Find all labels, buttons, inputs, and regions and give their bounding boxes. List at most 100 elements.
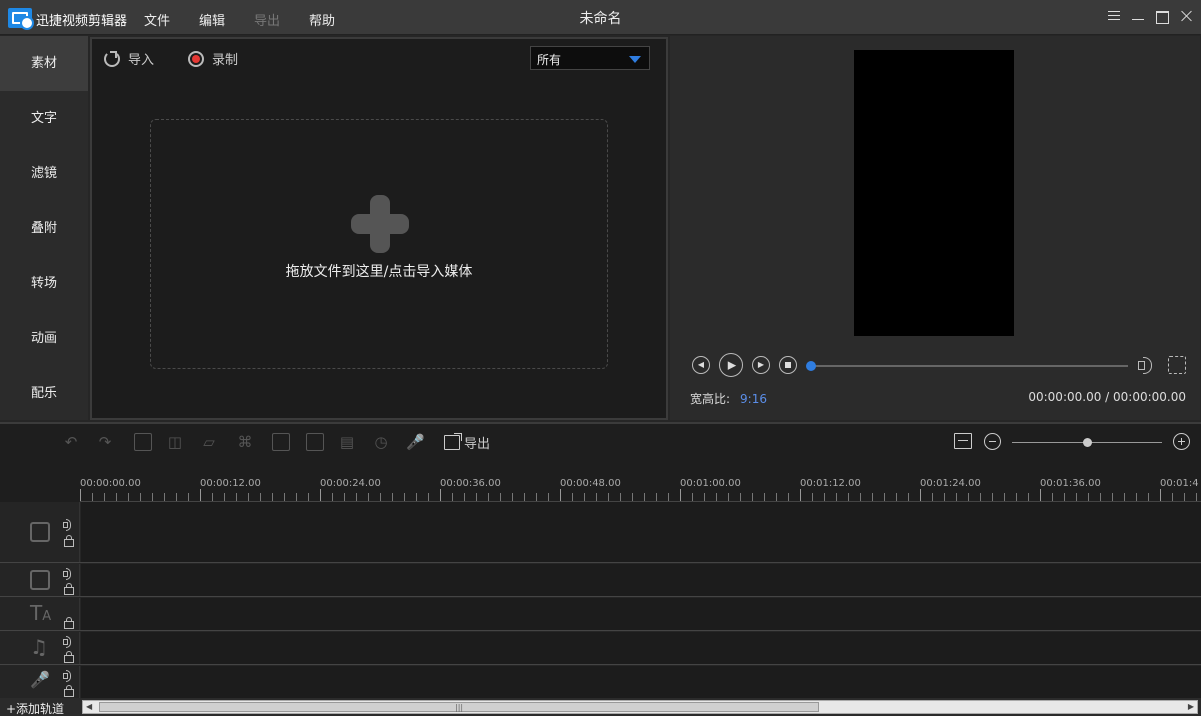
speaker-icon[interactable] — [62, 669, 74, 682]
step-back-button[interactable]: ◀ — [692, 356, 710, 374]
ruler-major-tick — [560, 489, 561, 501]
microphone-record-icon[interactable]: 🎤 — [406, 433, 425, 451]
grip-icon: ||| — [455, 703, 464, 712]
media-panel: 导入 录制 所有 拖放文件到这里/点击导入媒体 — [90, 37, 668, 420]
record-button[interactable]: 录制 — [188, 49, 238, 68]
timeline-horizontal-scrollbar[interactable]: ◀ ||| ▶ — [82, 700, 1198, 714]
track-lane[interactable] — [81, 666, 1201, 698]
menu-file[interactable]: 文件 — [144, 10, 199, 29]
duration-clock-icon: ◷ — [374, 433, 388, 451]
track-lane[interactable] — [81, 598, 1201, 630]
category-sidebar: 素材 文字 滤镜 叠附 转场 动画 配乐 — [0, 36, 88, 420]
close-icon[interactable] — [1179, 8, 1193, 24]
sidebar-item-text[interactable]: 文字 — [0, 91, 88, 146]
film-strip-icon — [30, 570, 50, 590]
ruler-major-tick — [440, 489, 441, 501]
volume-icon[interactable] — [1138, 356, 1158, 374]
sidebar-item-filters[interactable]: 滤镜 — [0, 146, 88, 201]
lock-icon[interactable] — [62, 534, 74, 547]
play-icon: ▶ — [727, 358, 737, 372]
scroll-right-icon[interactable]: ▶ — [1188, 702, 1194, 711]
lock-icon[interactable] — [62, 650, 74, 663]
ruler-label: 00:01:24.00 — [920, 478, 981, 489]
menu-edit[interactable]: 编辑 — [199, 10, 254, 29]
step-forward-button[interactable]: ▶ — [752, 356, 770, 374]
crop-icon: ⌘ — [237, 433, 253, 451]
hamburger-menu-icon[interactable] — [1107, 8, 1121, 24]
timeline-export-label: 导出 — [464, 437, 491, 452]
ruler-major-tick — [680, 489, 681, 501]
playback-timecode: 00:00:00.00 / 00:00:00.00 — [1028, 390, 1186, 404]
ruler-label: 00:01:36.00 — [1040, 478, 1101, 489]
drop-hint-text: 拖放文件到这里/点击导入媒体 — [285, 264, 473, 280]
title-bar: 迅捷视频剪辑器 文件 编辑 导出 帮助 未命名 — [0, 0, 1201, 35]
record-label: 录制 — [212, 53, 239, 68]
music-note-icon: ♫ — [30, 635, 48, 659]
ruler-major-tick — [1160, 489, 1161, 501]
zoom-in-icon[interactable] — [1173, 433, 1190, 450]
export-icon — [444, 433, 462, 450]
text-icon: TA — [30, 601, 52, 625]
playback-progress[interactable] — [806, 361, 1128, 371]
fullscreen-icon[interactable] — [1168, 356, 1186, 374]
timeline-tracks: TA ♫ 🎤 — [0, 502, 1201, 698]
import-button[interactable]: 导入 — [104, 49, 154, 68]
sidebar-item-media[interactable]: 素材 — [0, 36, 88, 91]
import-icon — [104, 50, 120, 67]
ruler-major-tick — [80, 489, 81, 501]
edit-icon — [134, 433, 152, 451]
zoom-out-icon[interactable] — [984, 433, 1001, 450]
media-drop-zone[interactable]: 拖放文件到这里/点击导入媒体 — [150, 119, 608, 369]
sidebar-item-animation[interactable]: 动画 — [0, 311, 88, 366]
zoom-slider[interactable] — [1012, 438, 1162, 447]
timeline-toolbar: ↶ ↷ ◫ ▱ ⌘ ▤ ◷ 🎤 导出 — [0, 422, 1201, 462]
track-lane[interactable] — [81, 502, 1201, 562]
progress-handle[interactable] — [806, 361, 816, 371]
speaker-icon[interactable] — [62, 518, 74, 531]
timeline-ruler[interactable]: 00:00:00.00 00:00:12.00 00:00:24.00 00:00:3… — [80, 462, 1201, 502]
media-toolbar: 导入 录制 所有 — [92, 39, 666, 79]
microphone-icon: 🎤 — [30, 670, 50, 689]
ruler-major-tick — [1040, 489, 1041, 501]
track-header: 🎤 — [0, 666, 80, 698]
ruler-major-tick — [320, 489, 321, 501]
split-icon: ◫ — [167, 433, 183, 451]
speaker-icon[interactable] — [62, 635, 74, 648]
lock-icon[interactable] — [62, 684, 74, 697]
zoom-fit-icon[interactable] — [954, 433, 972, 449]
scrollbar-thumb[interactable]: ||| — [99, 702, 819, 712]
zoom-slider-handle[interactable] — [1083, 438, 1092, 447]
track-header — [0, 502, 80, 562]
delete-icon: ▱ — [203, 433, 215, 451]
step-forward-icon: ▶ — [757, 360, 765, 369]
app-logo-icon — [8, 8, 34, 30]
stop-icon — [785, 362, 791, 368]
sidebar-item-overlays[interactable]: 叠附 — [0, 201, 88, 256]
sidebar-item-music[interactable]: 配乐 — [0, 366, 88, 421]
ruler-label: 00:00:24.00 — [320, 478, 381, 489]
menu-help[interactable]: 帮助 — [309, 10, 364, 29]
track-lane[interactable] — [81, 564, 1201, 596]
plus-icon — [351, 195, 409, 253]
ruler-label: 00:00:00.00 — [80, 478, 141, 489]
media-filter-select[interactable]: 所有 — [530, 46, 650, 70]
add-track-button[interactable]: +添加轨道 — [6, 700, 64, 716]
lock-icon[interactable] — [62, 616, 74, 629]
stop-button[interactable] — [779, 356, 797, 374]
aspect-ratio-value[interactable]: 9:16 — [740, 392, 767, 406]
speaker-icon[interactable] — [62, 567, 74, 580]
window-controls — [1107, 8, 1193, 24]
track-video-main — [0, 502, 1201, 563]
dropdown-arrow-icon — [629, 56, 641, 63]
timeline-export-button[interactable]: 导出 — [444, 433, 490, 452]
lock-icon[interactable] — [62, 582, 74, 595]
track-lane[interactable] — [81, 632, 1201, 664]
maximize-icon[interactable] — [1155, 8, 1169, 24]
play-button[interactable]: ▶ — [719, 353, 743, 377]
ruler-ticks — [80, 493, 1201, 501]
ruler-label: 00:01:12.00 — [800, 478, 861, 489]
scroll-left-icon[interactable]: ◀ — [86, 702, 92, 711]
track-text: TA — [0, 598, 1201, 631]
sidebar-item-transitions[interactable]: 转场 — [0, 256, 88, 311]
minimize-icon[interactable] — [1131, 8, 1145, 24]
